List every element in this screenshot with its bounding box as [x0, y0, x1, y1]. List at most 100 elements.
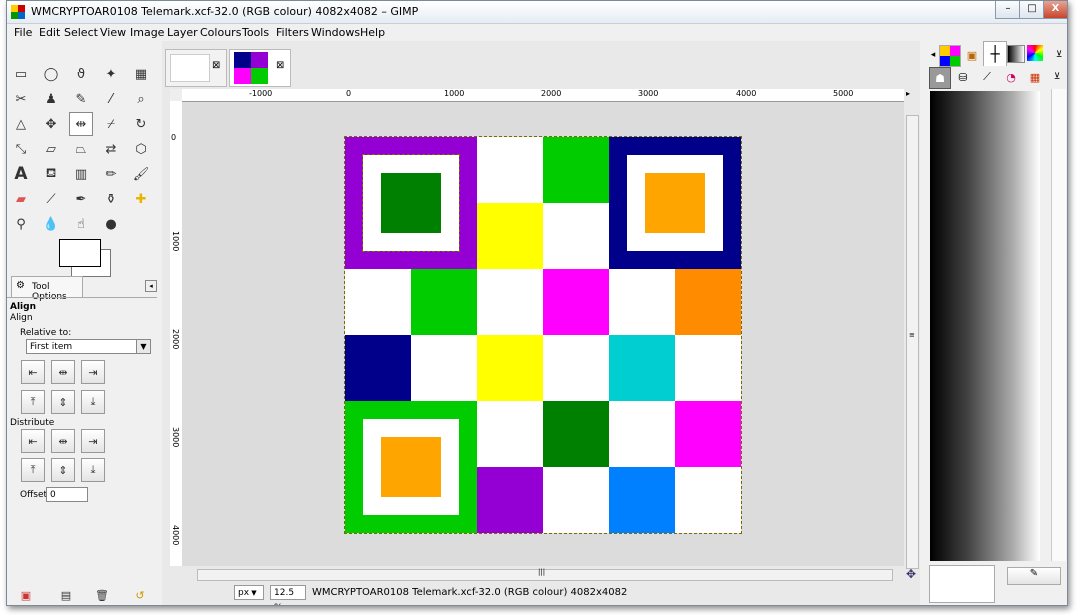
align-center-horizontal-button[interactable]: ⇹	[51, 360, 75, 384]
rotate-icon[interactable]: ↻	[130, 113, 152, 135]
scale-icon[interactable]: ⤡	[10, 138, 32, 160]
colormap-tab-icon[interactable]: ◔	[1001, 67, 1021, 87]
dock-menu-icon[interactable]: ⊻	[1049, 45, 1067, 65]
perspective-clone-icon[interactable]: ⚲	[10, 213, 32, 235]
vertical-scrollbar[interactable]: ≡	[906, 115, 919, 569]
tab-tool-options[interactable]: ⚙ Tool Options	[11, 276, 83, 302]
menu-tools[interactable]: Tools	[242, 26, 269, 39]
reset-options-icon[interactable]: ↺	[129, 584, 151, 605]
ellipse-select-icon[interactable]: ◯	[40, 63, 62, 85]
airbrush-icon[interactable]: ⟋	[40, 188, 62, 210]
delete-options-icon[interactable]: 🗑	[91, 584, 113, 605]
horizontal-ruler[interactable]: -1000 0 1000 2000 3000 4000 5000	[182, 89, 904, 102]
menu-view[interactable]: View	[100, 26, 126, 39]
navigate-icon[interactable]: ▸	[906, 89, 917, 101]
minimize-button[interactable]: –	[995, 1, 1021, 19]
restore-options-icon[interactable]: ▤	[55, 584, 77, 605]
scissors-select-icon[interactable]: ✂	[10, 88, 32, 110]
dock-menu-icon[interactable]: ⊻	[1047, 67, 1067, 87]
color-picker-icon[interactable]: ⁄	[100, 88, 122, 110]
distribute-left-button[interactable]: ⇤	[21, 429, 45, 453]
fg-bg-colors[interactable]	[59, 239, 119, 279]
maximize-button[interactable]: □	[1019, 1, 1045, 19]
distribute-center-vertical-button[interactable]: ⇕	[51, 458, 75, 482]
paths-icon[interactable]: ✎	[70, 88, 92, 110]
perspective-icon[interactable]: ⏢	[70, 138, 92, 160]
smudge-icon[interactable]: ☝	[70, 213, 92, 235]
edit-layer-icon[interactable]: ✎	[1007, 567, 1061, 585]
bucket-fill-icon[interactable]: ⛾	[40, 163, 62, 185]
foreground-select-icon[interactable]: ♟	[40, 88, 62, 110]
heal-icon[interactable]: ✚	[130, 188, 152, 210]
distribute-label: Distribute	[10, 418, 55, 428]
eraser-icon[interactable]: ▰	[10, 188, 32, 210]
shear-icon[interactable]: ▱	[40, 138, 62, 160]
distribute-right-button[interactable]: ⇥	[81, 429, 105, 453]
align-top-edge-button[interactable]: ⤒	[21, 390, 45, 414]
paintbrush-icon[interactable]: 🖌	[130, 163, 152, 185]
align-bottom-edge-button[interactable]: ⤓	[81, 390, 105, 414]
frame-block-navy	[609, 137, 741, 269]
navigate-crosshair-icon[interactable]: ✥	[906, 567, 916, 581]
relative-to-select[interactable]: First item ▼	[26, 339, 151, 354]
unit-select[interactable]: px ▼	[234, 585, 264, 600]
text-tool-icon[interactable]: A	[10, 163, 32, 185]
move-icon[interactable]: ✥	[40, 113, 62, 135]
blur-icon[interactable]: 💧	[40, 213, 62, 235]
align-right-edge-button[interactable]: ⇥	[81, 360, 105, 384]
menu-select[interactable]: Select	[64, 26, 98, 39]
palettes-tab-icon[interactable]	[1027, 45, 1043, 61]
zoom-select[interactable]: 12.5 %	[270, 585, 306, 605]
cage-transform-icon[interactable]: ⬡	[130, 138, 152, 160]
channels-tab-icon[interactable]: ⛁	[953, 67, 973, 87]
panel-menu-icon[interactable]: ◂	[145, 280, 157, 292]
close-icon[interactable]: ⊠	[212, 60, 220, 71]
menu-layer[interactable]: Layer	[167, 26, 198, 39]
menu-windows[interactable]: Windows	[311, 26, 360, 39]
align-left-edge-button[interactable]: ⇤	[21, 360, 45, 384]
close-icon[interactable]: ⊠	[276, 60, 284, 71]
histogram-tab-icon[interactable]: ▦	[1025, 67, 1045, 87]
grid-cell	[477, 203, 543, 269]
menu-help[interactable]: Help	[360, 26, 385, 39]
pointer-tab-icon[interactable]: ┼	[983, 41, 1007, 66]
menu-colours[interactable]: Colours	[200, 26, 241, 39]
layers-tab-icon[interactable]: ☗	[929, 67, 951, 89]
horizontal-scrollbar[interactable]: |||	[197, 568, 893, 581]
image-tab-blank[interactable]: ⊠	[165, 49, 227, 87]
blend-icon[interactable]: ▥	[70, 163, 92, 185]
menu-filters[interactable]: Filters	[276, 26, 309, 39]
free-select-icon[interactable]: ϑ	[70, 63, 92, 85]
distribute-bottom-button[interactable]: ⤓	[81, 458, 105, 482]
measure-icon[interactable]: △	[10, 113, 32, 135]
image-canvas[interactable]	[344, 136, 742, 534]
flip-icon[interactable]: ⇄	[100, 138, 122, 160]
brushes-tab-icon[interactable]: ▣	[962, 45, 982, 65]
dock-scrollbar[interactable]	[1051, 89, 1066, 561]
pencil-icon[interactable]: ✏	[100, 163, 122, 185]
align-center-vertical-button[interactable]: ⇕	[51, 390, 75, 414]
paths-tab-icon[interactable]: ⟋	[977, 67, 997, 87]
distribute-top-button[interactable]: ⤒	[21, 458, 45, 482]
distribute-center-horizontal-button[interactable]: ⇹	[51, 429, 75, 453]
image-tab-active[interactable]: ⊠	[229, 49, 291, 87]
menu-edit[interactable]: Edit	[39, 26, 60, 39]
offset-spinbox[interactable]: 0	[46, 487, 88, 502]
clone-icon[interactable]: ⚱	[100, 188, 122, 210]
gradients-tab-icon[interactable]	[1007, 45, 1025, 63]
fuzzy-select-icon[interactable]: ✦	[100, 63, 122, 85]
zoom-icon[interactable]: ⌕	[130, 88, 152, 110]
ink-icon[interactable]: ✒	[70, 188, 92, 210]
menu-file[interactable]: File	[14, 26, 32, 39]
align-icon[interactable]: ⇹	[69, 112, 93, 136]
dodge-burn-icon[interactable]: ●	[100, 213, 122, 235]
crop-icon[interactable]: ⌿	[100, 113, 122, 135]
rect-select-icon[interactable]: ▭	[10, 63, 32, 85]
select-by-color-icon[interactable]: ▦	[130, 63, 152, 85]
ruler-corner[interactable]	[170, 89, 182, 101]
images-tab-icon[interactable]	[939, 45, 961, 67]
foreground-color-swatch[interactable]	[59, 239, 101, 267]
save-options-icon[interactable]: ▣	[15, 584, 37, 605]
close-button[interactable]: X	[1043, 1, 1067, 19]
menu-image[interactable]: Image	[130, 26, 164, 39]
